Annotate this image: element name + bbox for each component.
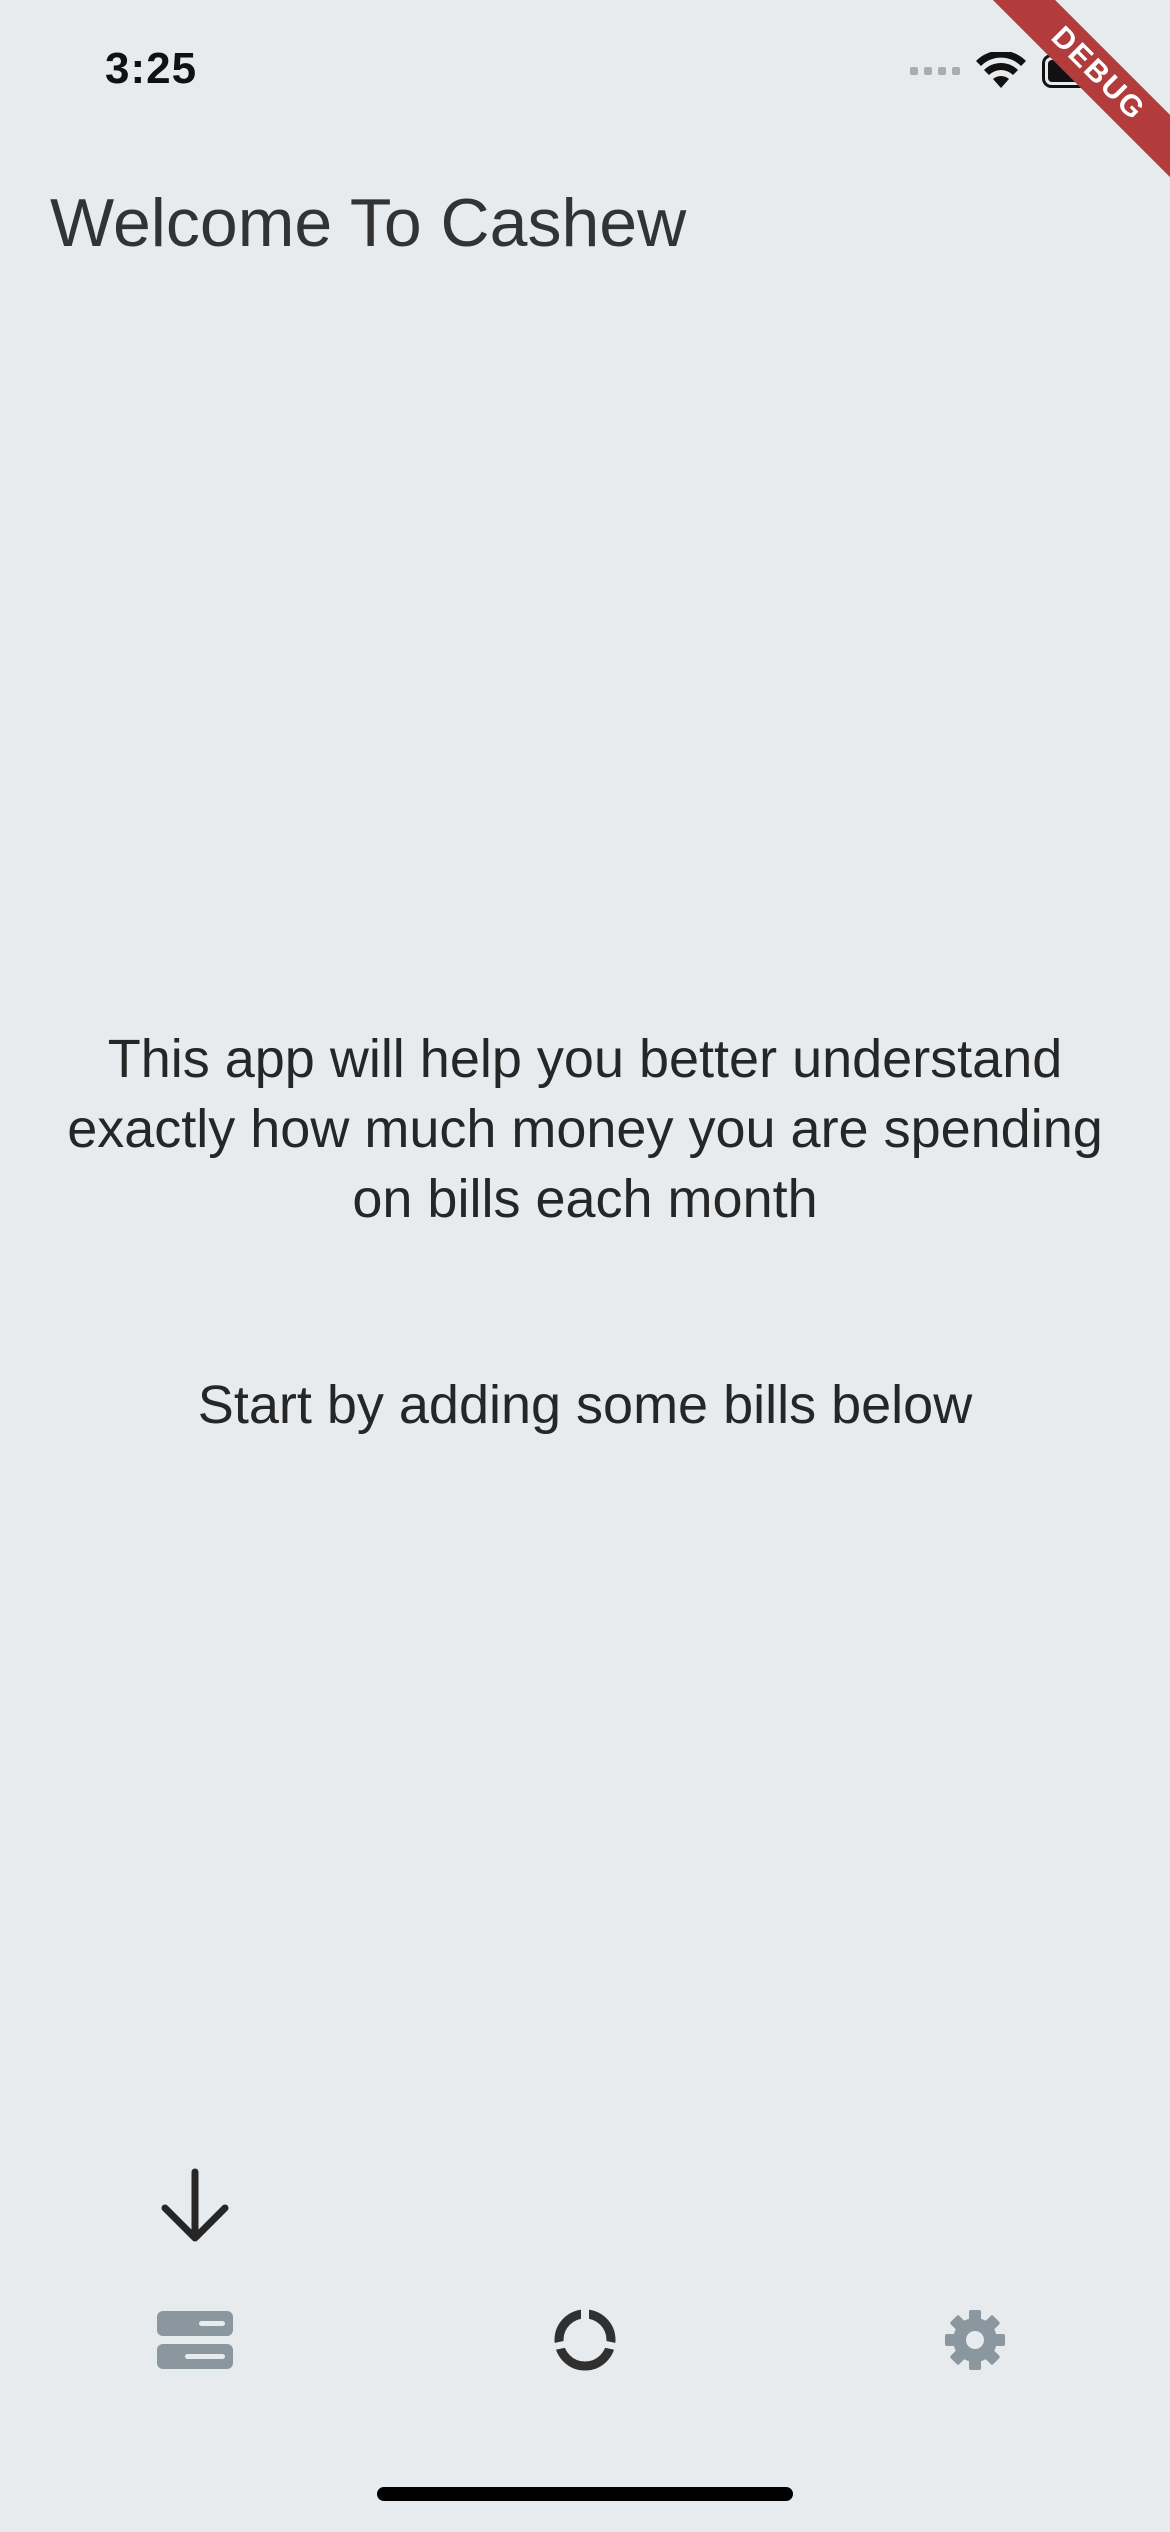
- debug-banner-container: DEBUG: [950, 0, 1170, 220]
- bills-icon: [157, 2311, 233, 2369]
- nav-tab-settings[interactable]: [930, 2300, 1020, 2380]
- home-indicator[interactable]: [377, 2487, 793, 2501]
- nav-tab-chart[interactable]: [540, 2300, 630, 2380]
- cta-text: Start by adding some bills below: [197, 1375, 973, 1435]
- debug-banner: DEBUG: [969, 0, 1170, 203]
- bottom-nav: [0, 2300, 1170, 2380]
- arrow-down-icon: [161, 2168, 229, 2242]
- donut-chart-icon: [553, 2308, 617, 2371]
- intro-text: This app will help you better understand…: [67, 1029, 1103, 1229]
- page-title: Welcome To Cashew: [50, 185, 687, 261]
- status-time: 3:25: [105, 44, 198, 93]
- gear-icon: [945, 2310, 1005, 2370]
- nav-tab-bills[interactable]: [150, 2300, 240, 2380]
